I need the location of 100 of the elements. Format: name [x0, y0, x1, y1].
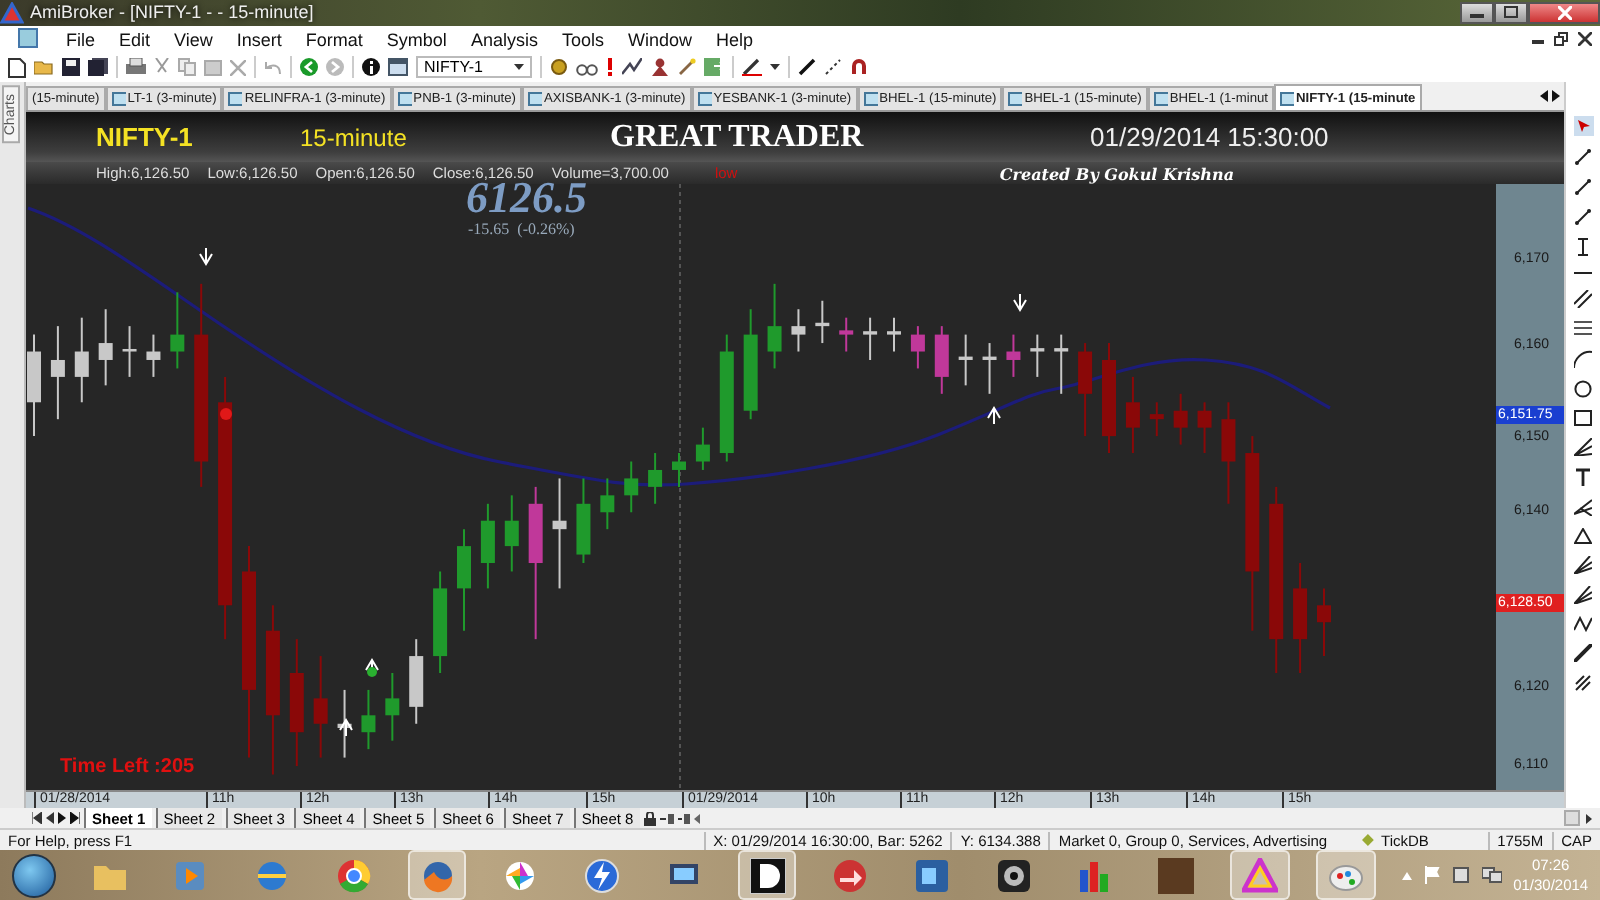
glasses-icon[interactable] [576, 59, 598, 76]
first-sheet-icon[interactable] [32, 812, 42, 825]
cursor-icon[interactable] [1573, 116, 1593, 137]
pitchfork-icon[interactable] [1574, 498, 1592, 517]
calendar-icon[interactable] [388, 58, 408, 77]
exclamation-icon[interactable] [606, 58, 614, 77]
chart-title: GREAT TRADER [610, 119, 866, 156]
minimize-button[interactable] [1460, 1, 1494, 24]
start-button[interactable] [12, 853, 56, 898]
close-icon[interactable] [1578, 32, 1592, 47]
candlestick [958, 334, 973, 387]
menu-item[interactable]: Window [615, 29, 704, 50]
rectangle-tool-icon[interactable] [1574, 410, 1592, 427]
chart-window-icon [863, 92, 878, 107]
candlestick [1197, 401, 1212, 455]
ruler-icon[interactable] [1574, 644, 1592, 663]
scroll-right-icon[interactable] [1552, 90, 1560, 103]
arrow-marker-icon [1013, 293, 1027, 313]
scroll-right-icon[interactable] [1586, 813, 1592, 824]
vertical-line-icon[interactable] [1578, 238, 1588, 257]
chart-edit-icon[interactable] [622, 58, 642, 77]
circle-tool-icon[interactable] [1574, 380, 1592, 399]
fan-icon[interactable] [1574, 438, 1592, 457]
globe-icon[interactable] [254, 857, 291, 894]
previous-sheet-icon[interactable] [46, 812, 54, 825]
text-tool-icon[interactable] [1574, 468, 1592, 487]
menu-item[interactable]: Symbol [374, 29, 459, 50]
scale-icon[interactable] [1574, 674, 1592, 693]
scroll-left-icon[interactable] [1540, 90, 1548, 103]
caret-icon[interactable] [770, 64, 780, 71]
candlestick [910, 325, 925, 370]
webcam-icon[interactable] [995, 857, 1032, 894]
maximize-button[interactable] [1494, 1, 1528, 24]
device-icon[interactable] [1451, 866, 1470, 885]
network-icon[interactable] [1481, 866, 1502, 885]
image-editor-icon[interactable] [914, 857, 951, 894]
symbol-dropdown[interactable]: NIFTY-1 [416, 56, 532, 79]
pinwheel-icon[interactable] [502, 857, 539, 894]
candlestick [361, 689, 376, 751]
zoom-in-icon[interactable] [677, 813, 690, 824]
scrollbar-thumb[interactable] [1564, 810, 1580, 827]
wand-icon[interactable] [678, 58, 696, 77]
trend-line-icon[interactable] [1574, 178, 1592, 197]
back-icon[interactable] [300, 58, 318, 77]
menu-item[interactable]: Edit [107, 29, 163, 50]
zoom-out-icon[interactable] [659, 813, 674, 824]
gann-fan-icon[interactable] [1574, 556, 1592, 575]
trend-line-icon[interactable] [1574, 148, 1592, 167]
last-sheet-icon[interactable] [70, 812, 80, 825]
candlestick [146, 334, 161, 379]
photo-placeholder[interactable] [1158, 857, 1195, 894]
lightning-icon[interactable] [584, 857, 621, 894]
candlestick [719, 334, 734, 463]
triangle-tool-icon[interactable] [1574, 528, 1592, 545]
menu-item[interactable]: File [54, 29, 108, 50]
channel-icon[interactable] [1574, 290, 1592, 309]
fox-globe-icon[interactable] [419, 857, 456, 894]
candlestick [1221, 401, 1236, 506]
arc-icon[interactable] [1574, 350, 1592, 369]
magnet-icon[interactable] [850, 58, 868, 77]
menu-item[interactable]: Insert [224, 29, 294, 50]
candlestick [122, 325, 137, 379]
zigzag-icon[interactable] [1574, 616, 1592, 633]
info-icon[interactable] [362, 58, 380, 77]
fibonacci-icon[interactable] [1574, 320, 1592, 339]
candlestick [1125, 376, 1140, 455]
restore-icon[interactable] [1554, 32, 1568, 47]
save-icon[interactable] [62, 58, 80, 77]
export-icon[interactable] [704, 58, 724, 77]
lock-icon[interactable] [643, 811, 656, 826]
menu-item[interactable]: Help [703, 29, 765, 50]
candlestick [170, 291, 185, 370]
open-folder-icon[interactable] [34, 58, 54, 77]
trend-line-icon[interactable] [1574, 208, 1592, 227]
triangle-logo-icon[interactable] [1241, 857, 1278, 894]
next-sheet-icon[interactable] [58, 812, 66, 825]
horizontal-line-icon[interactable] [1574, 268, 1592, 279]
print-icon[interactable] [126, 58, 146, 77]
dashed-line-icon[interactable] [824, 58, 842, 77]
menu-item[interactable]: Format [293, 29, 375, 50]
candlestick [1317, 587, 1331, 658]
save-all-icon[interactable] [88, 58, 108, 77]
arrow-app-icon[interactable] [832, 857, 869, 894]
datetime-label: 01/29/2014 15:30:00 [1090, 122, 1331, 153]
menu-item[interactable]: Analysis [458, 29, 550, 50]
pen-color-icon[interactable] [742, 58, 762, 77]
close-button[interactable] [1528, 1, 1600, 24]
person-icon[interactable] [650, 58, 670, 77]
menu-item[interactable]: Tools [549, 29, 616, 50]
cut-icon[interactable] [154, 58, 170, 77]
gear-icon[interactable] [550, 58, 568, 77]
new-document-icon[interactable] [8, 57, 26, 78]
candlestick [1293, 562, 1308, 675]
menu-item[interactable]: View [162, 29, 225, 50]
letter-d-icon[interactable] [749, 857, 786, 894]
wheel-icon[interactable] [335, 857, 372, 894]
gann-fan-icon[interactable] [1574, 586, 1592, 605]
chart-window-icon [1280, 91, 1294, 106]
pen-icon[interactable] [798, 58, 816, 77]
maximize-icon [1504, 6, 1518, 19]
